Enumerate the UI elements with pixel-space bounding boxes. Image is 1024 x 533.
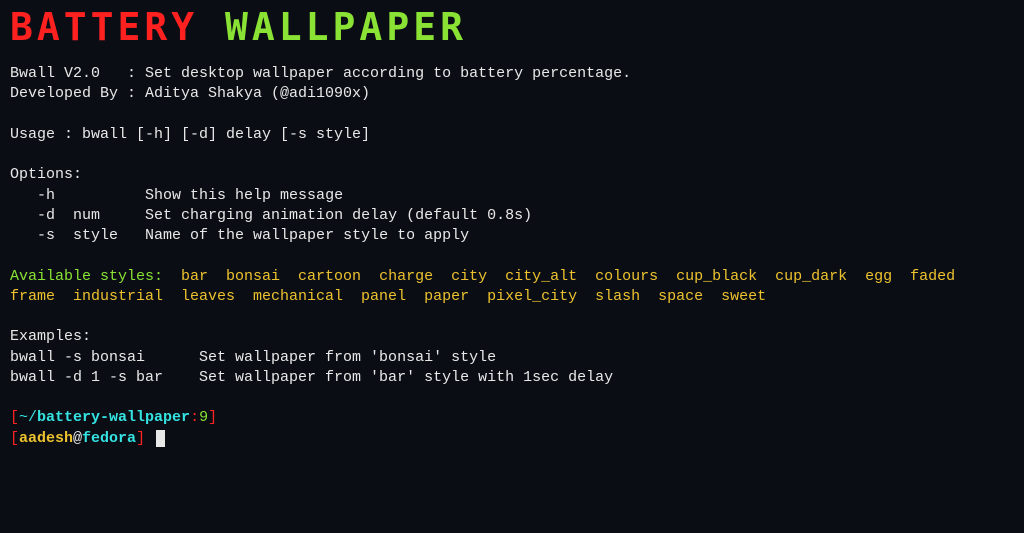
- prompt2-user: aadesh: [19, 430, 73, 447]
- prompt2-bracket-open: [: [10, 430, 19, 447]
- prompt-bracket-open: [: [10, 409, 19, 426]
- prompt2-host: fedora: [82, 430, 136, 447]
- blank-line: [10, 145, 1014, 165]
- styles-line: Available styles: bar bonsai cartoon cha…: [10, 267, 1014, 308]
- cursor-icon: [156, 430, 165, 447]
- prompt-tilde: ~/: [19, 409, 37, 426]
- ascii-banner: BATTERY WALLPAPER: [10, 0, 1014, 64]
- prompt-line-2[interactable]: [aadesh@fedora]: [10, 429, 1014, 449]
- prompt2-at: @: [73, 430, 82, 447]
- prompt-bracket-close: ]: [208, 409, 217, 426]
- banner-word-2: WALLPAPER: [225, 5, 467, 49]
- example-2: bwall -d 1 -s bar Set wallpaper from 'ba…: [10, 368, 1014, 388]
- styles-label: Available styles:: [10, 268, 163, 285]
- example-1: bwall -s bonsai Set wallpaper from 'bons…: [10, 348, 1014, 368]
- prompt-colon: :: [190, 409, 199, 426]
- terminal-window[interactable]: BATTERY WALLPAPER Bwall V2.0 : Set deskt…: [0, 0, 1024, 449]
- option-s: -s style Name of the wallpaper style to …: [10, 226, 1014, 246]
- prompt-path: battery-wallpaper: [37, 409, 190, 426]
- prompt-num: 9: [199, 409, 208, 426]
- info-line-2: Developed By : Aditya Shakya (@adi1090x): [10, 84, 1014, 104]
- prompt2-bracket-close: ]: [136, 430, 145, 447]
- blank-line: [10, 246, 1014, 266]
- info-line-1: Bwall V2.0 : Set desktop wallpaper accor…: [10, 64, 1014, 84]
- blank-line: [10, 388, 1014, 408]
- examples-header: Examples:: [10, 327, 1014, 347]
- usage-line: Usage : bwall [-h] [-d] delay [-s style]: [10, 125, 1014, 145]
- options-header: Options:: [10, 165, 1014, 185]
- banner-word-1: BATTERY: [10, 5, 198, 49]
- option-d: -d num Set charging animation delay (def…: [10, 206, 1014, 226]
- option-h: -h Show this help message: [10, 186, 1014, 206]
- blank-line: [10, 307, 1014, 327]
- prompt-line-1: [~/battery-wallpaper:9]: [10, 408, 1014, 428]
- blank-line: [10, 105, 1014, 125]
